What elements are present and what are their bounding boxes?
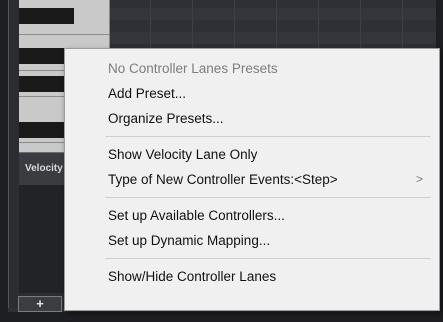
menu-item-set-up-available-controllers[interactable]: Set up Available Controllers... [65,203,439,228]
menu-separator [105,136,431,137]
menu-item-set-up-dynamic-mapping[interactable]: Set up Dynamic Mapping... [65,228,439,253]
menu-item-add-preset[interactable]: Add Preset... [65,81,439,106]
key-divider [19,34,109,35]
chevron-right-icon: > [415,172,423,186]
menu-item-type-of-new-controller-events[interactable]: Type of New Controller Events:<Step> > [65,167,439,192]
black-key[interactable] [19,8,74,24]
controller-lane-context-menu: No Controller Lanes Presets Add Preset..… [64,48,440,311]
menu-item-no-presets: No Controller Lanes Presets [108,61,278,76]
add-controller-lane-button[interactable]: + [18,296,62,312]
menu-separator [105,258,431,259]
menu-item-label: Type of New Controller Events:<Step> [108,172,338,187]
menu-item-show-hide-controller-lanes[interactable]: Show/Hide Controller Lanes [65,264,439,289]
menu-separator [105,197,431,198]
menu-item-organize-presets[interactable]: Organize Presets... [65,106,439,131]
menu-item-show-velocity-lane-only[interactable]: Show Velocity Lane Only [65,142,439,167]
